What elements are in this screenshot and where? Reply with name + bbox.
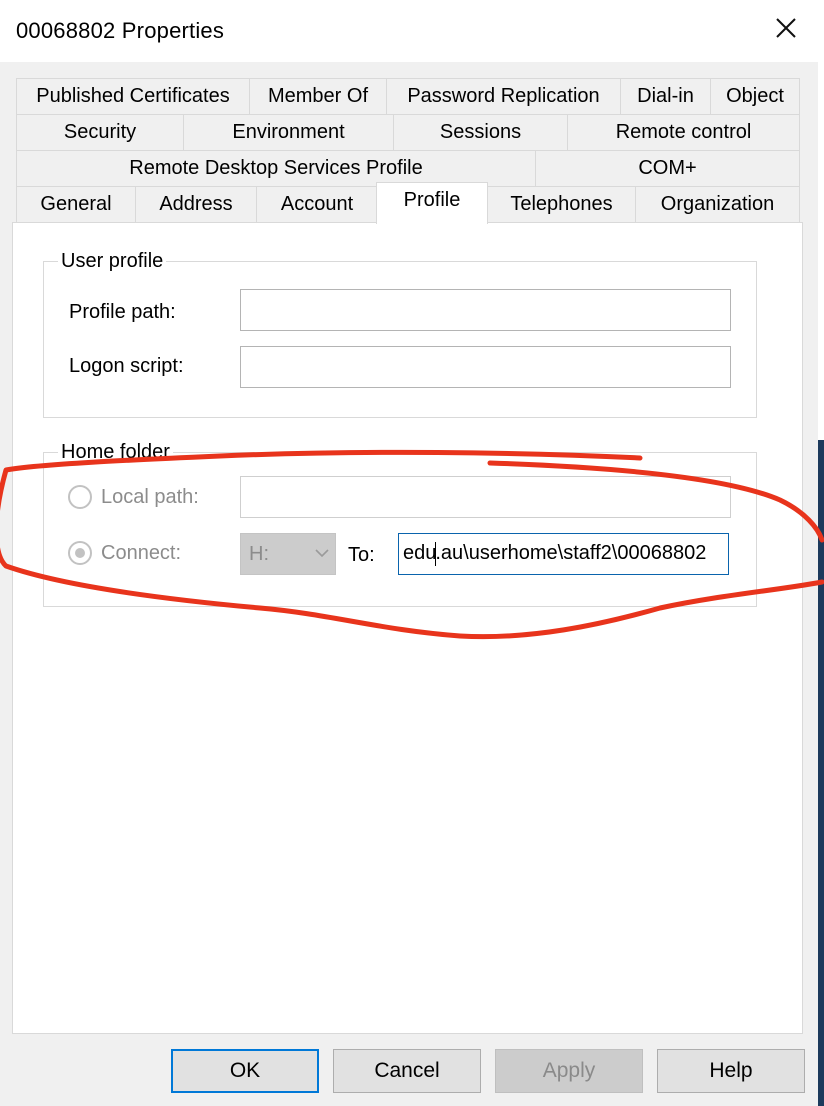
to-label: To: [348, 544, 375, 566]
user-profile-group [43, 261, 757, 418]
drive-letter-select[interactable]: H: [240, 533, 336, 575]
help-button[interactable]: Help [657, 1049, 805, 1093]
cancel-button[interactable]: Cancel [333, 1049, 481, 1093]
tab-member-of[interactable]: Member Of [249, 78, 387, 115]
home-folder-group-label: Home folder [58, 441, 173, 464]
tab-published-certificates[interactable]: Published Certificates [16, 78, 250, 115]
tab-remote-control[interactable]: Remote control [567, 114, 800, 151]
connect-radio[interactable] [68, 541, 92, 565]
connect-label: Connect: [101, 542, 182, 564]
window-title: 00068802 Properties [16, 18, 225, 43]
local-path-label: Local path: [101, 486, 199, 508]
apply-button[interactable]: Apply [495, 1049, 643, 1093]
tab-com-plus[interactable]: COM+ [535, 150, 800, 187]
chevron-down-icon [315, 549, 329, 558]
local-path-input[interactable] [240, 476, 731, 518]
close-icon [776, 18, 796, 38]
tab-password-replication[interactable]: Password Replication [386, 78, 621, 115]
tab-dial-in[interactable]: Dial-in [620, 78, 711, 115]
tab-account[interactable]: Account [256, 186, 378, 223]
profile-path-input[interactable] [240, 289, 731, 331]
logon-script-input[interactable] [240, 346, 731, 388]
tab-object[interactable]: Object [710, 78, 800, 115]
title-bar: 00068802 Properties [0, 0, 824, 62]
tab-general[interactable]: General [16, 186, 136, 223]
close-button[interactable] [764, 8, 808, 48]
ok-button[interactable]: OK [171, 1049, 319, 1093]
profile-tab-panel: User profile Profile path: Logon script:… [12, 222, 803, 1034]
tab-telephones[interactable]: Telephones [487, 186, 636, 223]
logon-script-label: Logon script: [69, 355, 184, 377]
tab-sessions[interactable]: Sessions [393, 114, 568, 151]
user-profile-group-label: User profile [58, 250, 167, 273]
background-window-strip [818, 440, 824, 1106]
connect-radio-selected-dot [75, 548, 85, 558]
home-folder-path-input[interactable]: edu.au\userhome\staff2\00068802 [398, 533, 729, 575]
tab-environment[interactable]: Environment [183, 114, 394, 151]
tab-strip: Published Certificates Member Of Passwor… [0, 62, 818, 224]
path-text-before-caret: edu [403, 542, 437, 564]
path-text-after-caret: .au\userhome\staff2\00068802 [435, 542, 707, 564]
tab-address[interactable]: Address [135, 186, 257, 223]
local-path-radio[interactable] [68, 485, 92, 509]
tab-profile[interactable]: Profile [376, 182, 488, 224]
tab-security[interactable]: Security [16, 114, 184, 151]
tab-organization[interactable]: Organization [635, 186, 800, 223]
profile-path-label: Profile path: [69, 301, 176, 323]
drive-letter-value: H: [249, 543, 269, 565]
